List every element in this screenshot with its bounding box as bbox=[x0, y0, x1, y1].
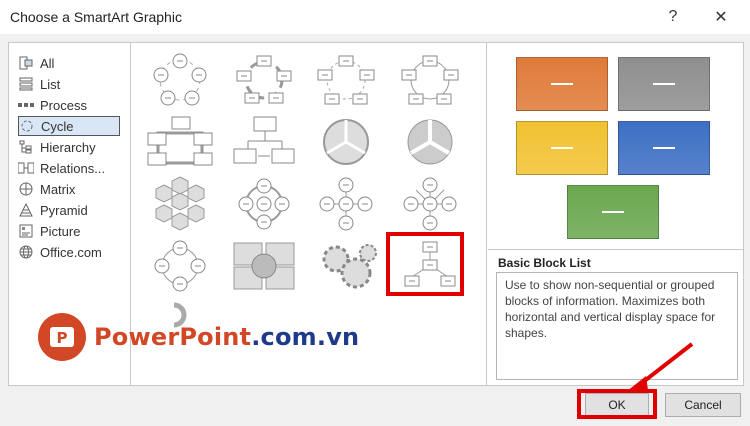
all-icon bbox=[18, 55, 34, 71]
category-label: Picture bbox=[40, 223, 81, 239]
layout-pie-cycle[interactable] bbox=[394, 113, 466, 171]
relationship-icon bbox=[18, 160, 34, 176]
pie-cycle-icon bbox=[407, 119, 453, 165]
cancel-button[interactable]: Cancel bbox=[665, 393, 741, 417]
layout-hexagon-radial[interactable] bbox=[144, 175, 216, 233]
layout-segmented-cycle[interactable] bbox=[228, 113, 300, 171]
layout-cycle-matrix[interactable] bbox=[228, 237, 300, 295]
text-cycle-icon bbox=[236, 55, 292, 104]
cycle-matrix-icon bbox=[233, 242, 295, 290]
logo-letter: P bbox=[57, 329, 68, 347]
category-label: Office.com bbox=[40, 244, 102, 260]
layout-radial-cycle[interactable] bbox=[228, 175, 300, 233]
preview-block bbox=[567, 185, 659, 239]
category-pyramid[interactable]: Pyramid bbox=[18, 200, 120, 220]
process-icon bbox=[18, 97, 34, 113]
category-label: Pyramid bbox=[40, 202, 88, 218]
preview-description-text: Use to show non-sequential or grouped bl… bbox=[505, 278, 716, 340]
preview-block bbox=[516, 57, 608, 111]
layout-block-cycle[interactable] bbox=[310, 51, 382, 109]
powerpoint-logo-icon: P bbox=[38, 313, 86, 361]
selected-layout-highlight bbox=[386, 232, 464, 296]
layout-basic-radial[interactable] bbox=[310, 175, 382, 233]
block-cycle-icon bbox=[317, 55, 375, 105]
preview-panel: Basic Block List Use to show non-sequent… bbox=[488, 43, 743, 385]
layout-nondirectional-cycle[interactable] bbox=[394, 51, 466, 109]
watermark-domain: .com.vn bbox=[251, 323, 360, 351]
continuous-cycle-icon bbox=[147, 116, 213, 166]
layout-diverging-radial[interactable] bbox=[394, 175, 466, 233]
title-bar: Choose a SmartArt Graphic ? ✕ bbox=[0, 0, 750, 34]
pyramid-icon bbox=[18, 202, 34, 218]
segmented-cycle-icon bbox=[233, 116, 295, 164]
category-label: Cycle bbox=[41, 118, 74, 134]
picture-icon bbox=[18, 223, 34, 239]
category-label: All bbox=[40, 55, 55, 71]
hexagon-radial-icon bbox=[155, 176, 205, 231]
cycle-icon bbox=[19, 118, 35, 134]
layout-basic-pie[interactable] bbox=[310, 113, 382, 171]
preview-block bbox=[618, 121, 710, 175]
annotation-arrow-icon bbox=[626, 342, 694, 392]
layout-preview bbox=[488, 43, 743, 249]
radial-cycle-icon bbox=[238, 178, 290, 230]
help-button[interactable]: ? bbox=[658, 4, 688, 30]
basic-pie-icon bbox=[323, 119, 369, 165]
category-label: Matrix bbox=[40, 181, 76, 197]
category-office-com[interactable]: Office.com bbox=[18, 242, 120, 262]
matrix-icon bbox=[18, 181, 34, 197]
category-label: List bbox=[40, 76, 61, 92]
category-label: Process bbox=[40, 97, 87, 113]
radial-venn-icon bbox=[154, 240, 206, 292]
layout-text-cycle[interactable] bbox=[228, 51, 300, 109]
gear-icon bbox=[322, 244, 377, 289]
watermark-text: PowerPoint.com.vn bbox=[94, 323, 359, 351]
globe-icon bbox=[18, 244, 34, 260]
category-label: Relations... bbox=[40, 160, 106, 176]
category-relationship[interactable]: Relations... bbox=[18, 158, 120, 178]
category-list-item[interactable]: List bbox=[18, 74, 120, 94]
close-icon: ✕ bbox=[714, 9, 728, 26]
close-button[interactable]: ✕ bbox=[706, 4, 736, 30]
diverging-radial-icon bbox=[403, 177, 457, 231]
dialog-title: Choose a SmartArt Graphic bbox=[10, 9, 182, 25]
category-all[interactable]: All bbox=[18, 53, 120, 73]
preview-layout-name: Basic Block List bbox=[498, 256, 591, 270]
preview-block bbox=[618, 57, 710, 111]
preview-block bbox=[516, 121, 608, 175]
watermark-brand: PowerPoint bbox=[94, 323, 252, 351]
category-label: Hierarchy bbox=[40, 139, 96, 155]
basic-radial-icon bbox=[319, 177, 373, 231]
help-icon: ? bbox=[668, 8, 678, 25]
hierarchy-icon bbox=[18, 139, 34, 155]
category-process[interactable]: Process bbox=[18, 95, 120, 115]
layout-gear[interactable] bbox=[310, 237, 382, 295]
category-cycle[interactable]: Cycle bbox=[18, 116, 120, 136]
category-picture[interactable]: Picture bbox=[18, 221, 120, 241]
nondirectional-cycle-icon bbox=[401, 55, 459, 105]
layout-radial-venn[interactable] bbox=[144, 237, 216, 295]
category-matrix[interactable]: Matrix bbox=[18, 179, 120, 199]
category-hierarchy[interactable]: Hierarchy bbox=[18, 137, 120, 157]
powerpoint-watermark: P PowerPoint.com.vn bbox=[38, 313, 359, 361]
layout-continuous-cycle[interactable] bbox=[144, 113, 216, 171]
layout-basic-cycle[interactable] bbox=[144, 51, 216, 109]
basic-cycle-icon bbox=[153, 53, 207, 106]
list-icon bbox=[18, 76, 34, 92]
preview-divider bbox=[488, 249, 743, 250]
